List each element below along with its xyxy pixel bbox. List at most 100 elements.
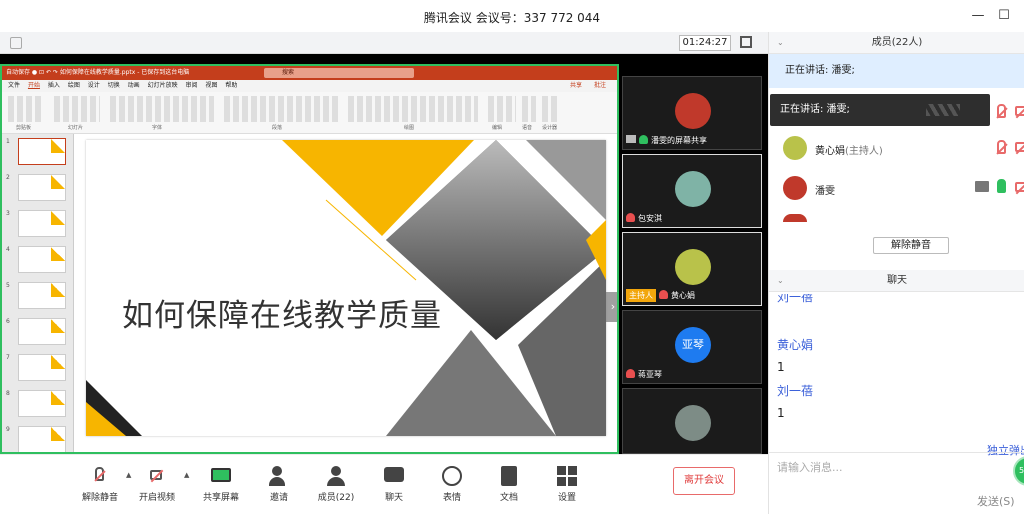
invite-button[interactable]: 邀请 — [249, 465, 309, 509]
video-off-icon[interactable] — [1015, 142, 1024, 152]
ppt-menu-view[interactable]: 视图 — [205, 82, 217, 89]
video-tile[interactable]: 主持人 黄心娟 — [622, 232, 762, 306]
avatar — [675, 171, 711, 207]
start-video-label: 开启视频 — [138, 493, 175, 503]
ppt-menu-help[interactable]: 帮助 — [225, 82, 237, 89]
ppt-menu-design[interactable]: 设计 — [88, 82, 100, 89]
slide-thumbnail[interactable] — [18, 318, 66, 345]
ppt-menu-transitions[interactable]: 切换 — [108, 82, 120, 89]
title-bar: 腾讯会议 会议号：337 772 044 — ☐ — [0, 0, 1024, 32]
members-title: 成员(22人) — [871, 37, 923, 48]
slide-thumbnail[interactable] — [18, 138, 66, 165]
slide-thumbnail[interactable] — [18, 210, 66, 237]
chat-input[interactable]: 请输入消息... 发送(S) — [769, 452, 1024, 514]
chat-label: 聊天 — [384, 493, 403, 503]
video-tile[interactable] — [622, 388, 762, 454]
chat-button[interactable]: 聊天 — [364, 465, 424, 509]
share-screen-icon — [210, 465, 232, 487]
tile-name-row: 潘雯的屏幕共享 — [626, 135, 707, 146]
ppt-ribbon: 剪贴板 幻灯片 字体 段落 绘图 编辑 语音 设计器 — [2, 92, 617, 134]
settings-button[interactable]: 设置 — [537, 465, 597, 509]
slide-thumbnail[interactable] — [18, 174, 66, 201]
chat-message-text: 1 — [777, 406, 785, 420]
thumb-number: 4 — [6, 246, 10, 253]
ppt-menu-home[interactable]: 开始 — [28, 82, 40, 89]
minimize-icon[interactable]: — — [968, 6, 988, 26]
unmute-label: 解除静音 — [81, 493, 118, 503]
chevron-down-icon[interactable]: ⌄ — [777, 32, 784, 54]
video-tiles: 潘雯的屏幕共享 包安淇 主持人 黄心娟 亚琴 蒋亚琴 — [622, 76, 762, 454]
ribbon-group-paragraph: 段落 — [272, 125, 283, 131]
mic-on-icon[interactable] — [997, 179, 1006, 193]
slide-thumbnail[interactable] — [18, 426, 66, 452]
mic-off-icon[interactable] — [997, 140, 1006, 154]
member-name-row: 潘雯 — [815, 182, 835, 197]
video-off-icon[interactable] — [1015, 182, 1024, 192]
ppt-menu-slideshow[interactable]: 幻灯片放映 — [148, 82, 178, 89]
video-tile[interactable]: 亚琴 蒋亚琴 — [622, 310, 762, 384]
mic-off-icon — [659, 290, 668, 299]
fullscreen-icon[interactable] — [740, 36, 752, 48]
members-header[interactable]: ⌄ 成员(22人) — [769, 32, 1024, 54]
ribbon-group-editing: 编辑 — [492, 125, 503, 131]
share-screen-button[interactable]: 共享屏幕 — [191, 465, 251, 509]
ribbon-group-voice: 语音 — [522, 125, 533, 131]
ribbon-group-clipboard: 剪贴板 — [16, 125, 32, 131]
ppt-menu-draw[interactable]: 绘图 — [68, 82, 80, 89]
ppt-comment-button[interactable]: 批注 — [594, 80, 606, 92]
unmute-all-button[interactable]: 解除静音 — [873, 237, 949, 254]
start-video-button[interactable]: 开启视频 — [127, 465, 187, 509]
slide-thumbnail[interactable] — [18, 282, 66, 309]
chat-sender: 刘一蓓 — [777, 294, 814, 304]
slide-thumbnail[interactable] — [18, 354, 66, 381]
avatar — [675, 249, 711, 285]
speaking-tooltip: 正在讲话: 潘雯; — [770, 94, 990, 126]
ppt-title-bar: 自动保存 ● ⊡ ↶ ↷ 如何保障在线教学质量.pptx - 已保存到这台电脑 … — [2, 66, 617, 80]
thumb-number: 6 — [6, 318, 10, 325]
slide-thumbnail[interactable] — [18, 246, 66, 273]
member-row[interactable]: 潘雯 — [769, 170, 1024, 210]
ppt-file-title: 自动保存 ● ⊡ ↶ ↷ 如何保障在线教学质量.pptx - 已保存到这台电脑 — [6, 69, 190, 76]
emoji-label: 表情 — [442, 493, 461, 503]
mic-off-icon[interactable] — [997, 104, 1006, 118]
slide-thumbnail[interactable] — [18, 390, 66, 417]
speaking-tooltip-text: 正在讲话: 潘雯; — [780, 104, 850, 115]
video-tile[interactable]: 包安淇 — [622, 154, 762, 228]
slide-canvas[interactable]: 如何保障在线教学质量 — [86, 140, 606, 436]
chat-header[interactable]: ⌄ 聊天 — [769, 270, 1024, 292]
members-icon — [325, 465, 347, 487]
leave-meeting-button[interactable]: 离开会议 — [673, 467, 735, 495]
member-name: 黄心娟 — [815, 146, 845, 157]
ppt-menu-animations[interactable]: 动画 — [128, 82, 140, 89]
invite-icon — [268, 465, 290, 487]
ppt-search[interactable]: 搜索 — [264, 68, 414, 78]
ppt-menu-file[interactable]: 文件 — [8, 82, 20, 89]
maximize-icon[interactable]: ☐ — [994, 6, 1014, 26]
mic-on-icon — [639, 135, 648, 144]
tile-name-row: 包安淇 — [626, 213, 662, 224]
video-stage: 01:24:27 自动保存 ● ⊡ ↶ ↷ 如何保障在线教学质量.pptx - … — [0, 32, 768, 454]
members-button[interactable]: 成员(22) — [306, 465, 366, 509]
chat-icon — [383, 465, 405, 487]
ppt-menu-review[interactable]: 审阅 — [186, 82, 198, 89]
screen-share-icon — [626, 135, 636, 143]
video-off-icon — [146, 465, 168, 487]
shield-icon[interactable] — [10, 37, 22, 49]
chevron-down-icon[interactable]: ⌄ — [777, 270, 784, 292]
emoji-icon — [441, 465, 463, 487]
emoji-button[interactable]: 表情 — [422, 465, 482, 509]
send-button[interactable]: 发送(S) — [977, 493, 1015, 509]
tile-name: 潘雯的屏幕共享 — [651, 136, 707, 145]
avatar — [675, 93, 711, 129]
video-tile[interactable]: 潘雯的屏幕共享 — [622, 76, 762, 150]
member-row[interactable]: 黄心娟(主持人) — [769, 130, 1024, 170]
panel-toggle-arrow[interactable]: › — [606, 292, 617, 322]
mic-off-icon — [626, 213, 635, 222]
video-off-icon[interactable] — [1015, 106, 1024, 116]
ppt-share-button[interactable]: 共享 — [570, 80, 582, 92]
ppt-menu-insert[interactable]: 插入 — [48, 82, 60, 89]
unmute-button[interactable]: 解除静音 — [70, 465, 130, 509]
video-options-caret[interactable]: ▲ — [184, 471, 189, 479]
document-button[interactable]: 文档 — [479, 465, 539, 509]
thumb-number: 8 — [6, 390, 10, 397]
